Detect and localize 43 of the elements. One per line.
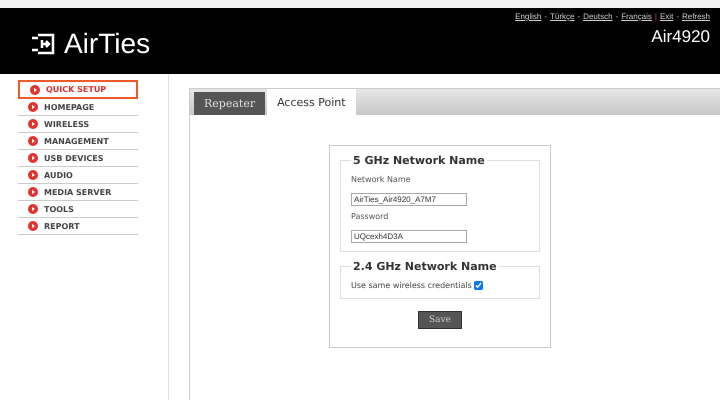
- save-button[interactable]: Save: [418, 311, 462, 329]
- sidebar-item[interactable]: USB DEVICES: [18, 150, 138, 167]
- sidebar-item[interactable]: WIRELESS: [18, 116, 138, 133]
- checkbox-label: Use same wireless credentials: [351, 281, 472, 290]
- sidebar-item[interactable]: TOOLS: [18, 201, 138, 218]
- checkbox[interactable]: [474, 281, 483, 290]
- field-label: Password: [351, 212, 390, 221]
- sidebar-item[interactable]: MANAGEMENT: [18, 133, 138, 150]
- header-link[interactable]: Deutsch: [583, 12, 613, 21]
- play-icon: [28, 102, 38, 112]
- play-icon: [30, 84, 40, 94]
- play-icon: [28, 221, 38, 231]
- sidebar-item[interactable]: QUICK SETUP: [18, 80, 138, 99]
- header-link[interactable]: Türkçe: [550, 12, 574, 21]
- sidebar-item[interactable]: AUDIO: [18, 167, 138, 184]
- sidebar-item[interactable]: MEDIA SERVER: [18, 184, 138, 201]
- link-divider: |: [654, 12, 657, 21]
- password-field[interactable]: UQcexh4D3A: [351, 230, 467, 243]
- play-icon: [28, 187, 38, 197]
- play-icon: [28, 136, 38, 146]
- tab[interactable]: Repeater: [194, 92, 266, 115]
- play-icon: [28, 153, 38, 163]
- play-icon: [28, 204, 38, 214]
- group-title: 5 GHz Network Name: [352, 154, 486, 167]
- sidebar-item[interactable]: REPORT: [18, 218, 138, 235]
- group-title: 2.4 GHz Network Name: [352, 260, 498, 273]
- header-link[interactable]: Français: [621, 12, 652, 21]
- logo-icon: [30, 32, 56, 56]
- link-separator: -: [616, 12, 618, 21]
- play-icon: [28, 119, 38, 129]
- link-separator: -: [578, 12, 580, 21]
- header-link[interactable]: Exit: [660, 12, 674, 21]
- sidebar-item[interactable]: HOMEPAGE: [18, 99, 138, 116]
- play-icon: [28, 170, 38, 180]
- logo-text: AirTies: [64, 28, 150, 60]
- header-link[interactable]: Refresh: [682, 12, 710, 21]
- field-label: Network Name: [351, 175, 412, 184]
- tab[interactable]: Access Point: [267, 89, 356, 115]
- header-link[interactable]: English: [515, 12, 542, 21]
- model-name: Air4920: [651, 27, 710, 47]
- link-separator: -: [676, 12, 679, 21]
- link-separator: -: [544, 12, 548, 21]
- network-name-field[interactable]: AirTies_Air4920_A7M7: [351, 193, 467, 206]
